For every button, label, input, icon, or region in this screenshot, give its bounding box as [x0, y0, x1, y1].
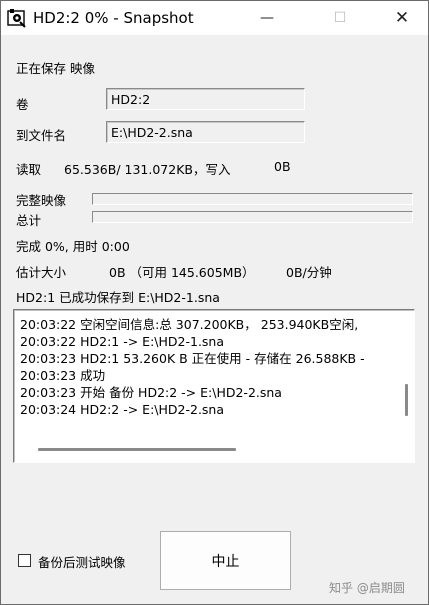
snapshot-window: HD2:2 0% - Snapshot — ☐ ✕ 正在保存 映像 卷 HD2:…: [0, 0, 429, 605]
log-horizontal-scrollbar[interactable]: [38, 448, 236, 451]
close-icon: ✕: [394, 8, 410, 28]
minimize-button[interactable]: —: [244, 1, 290, 35]
title-bar[interactable]: HD2:2 0% - Snapshot — ☐ ✕: [1, 1, 428, 35]
close-button[interactable]: ✕: [379, 1, 425, 35]
volume-label: 卷: [16, 97, 29, 112]
rate-value: 0B/分钟: [286, 265, 332, 280]
log-line: 20:03:22 空闲空间信息:总 307.200KB， 253.940KB空闲…: [20, 317, 359, 332]
image-progress-bar: [92, 193, 413, 205]
verify-image-checkbox[interactable]: [18, 554, 31, 567]
read-label: 读取: [16, 162, 42, 177]
write-value: 0B: [274, 159, 291, 174]
image-progress-label: 完整映像: [16, 193, 67, 208]
log-lines: 20:03:22 空闲空间信息:总 307.200KB， 253.940KB空闲…: [20, 316, 400, 418]
read-value: 65.536B/ 131.072KB，写入: [64, 162, 231, 177]
done-text: 完成 0%, 用时 0:00: [16, 239, 130, 254]
log-line: 20:03:23 成功: [20, 368, 106, 383]
stop-button-label: 中止: [211, 553, 240, 570]
total-progress-label: 总计: [16, 213, 42, 228]
file-label: 到文件名: [16, 128, 67, 143]
log-line: 20:03:23 HD2:1 53.260K B 正在使用 - 存储在 26.5…: [20, 351, 365, 366]
maximize-icon: ☐: [333, 10, 347, 26]
log-line: 20:03:22 HD2:1 -> E:\HD2-1.sna: [20, 334, 225, 349]
watermark-text: 知乎 @启期圆: [329, 581, 405, 595]
log-line: 20:03:23 开始 备份 HD2:2 -> E:\HD2-2.sna: [20, 385, 282, 400]
estimate-label: 估计大小: [16, 265, 67, 280]
estimate-value: 0B （可用 145.605MB）: [109, 265, 255, 280]
maximize-button[interactable]: ☐: [317, 1, 363, 35]
verify-image-label: 备份后测试映像: [38, 555, 126, 570]
snapshot-app-icon: [7, 9, 26, 28]
minimize-icon: —: [260, 10, 274, 26]
log-line: 20:03:24 HD2:2 -> E:\HD2-2.sna: [20, 402, 225, 417]
volume-field: HD2:2: [106, 88, 305, 110]
log-panel[interactable]: 20:03:22 空闲空间信息:总 307.200KB， 253.940KB空闲…: [13, 309, 415, 463]
window-title: HD2:2 0% - Snapshot: [33, 9, 194, 27]
file-field: E:\HD2-2.sna: [106, 121, 305, 143]
stop-button[interactable]: 中止: [160, 531, 291, 590]
log-vertical-scrollbar[interactable]: [405, 384, 408, 416]
status-heading: 正在保存 映像: [16, 61, 95, 76]
last-result-text: HD2:1 已成功保存到 E:\HD2-1.sna: [16, 290, 220, 305]
total-progress-bar: [92, 211, 413, 223]
